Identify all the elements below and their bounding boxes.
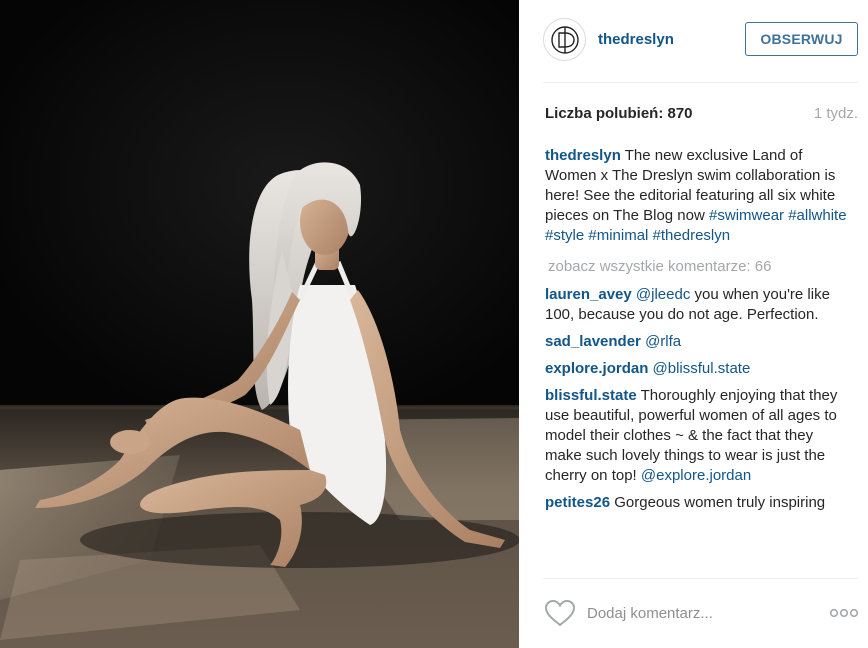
comment-item: petites26 Gorgeous women truly inspiring xyxy=(545,493,850,513)
comment-mention[interactable]: @explore.jordan xyxy=(641,467,751,484)
likes-count[interactable]: Liczba polubień: 870 xyxy=(545,105,693,122)
comment-item: explore.jordan @blissful.state xyxy=(545,359,850,379)
comment-username[interactable]: sad_lavender xyxy=(545,333,641,350)
comment-mention[interactable]: @jleedc xyxy=(636,286,690,303)
stats-row: Liczba polubień: 870 1 tydz. xyxy=(545,105,858,125)
comment-item: lauren_avey @jleedc you when you're like… xyxy=(545,285,850,325)
follow-button[interactable]: OBSERWUJ xyxy=(745,22,858,56)
comment-item: sad_lavender @rlfa xyxy=(545,332,850,352)
add-comment-input[interactable] xyxy=(587,602,817,624)
more-options-icon[interactable] xyxy=(829,605,859,621)
caption-username[interactable]: thedreslyn xyxy=(545,147,621,164)
photo-illustration xyxy=(0,0,519,648)
comment-username[interactable]: explore.jordan xyxy=(545,360,648,377)
post-time[interactable]: 1 tydz. xyxy=(814,105,858,122)
post-footer xyxy=(519,578,868,648)
hashtag[interactable]: #allwhite xyxy=(788,207,846,224)
hashtag[interactable]: #swimwear xyxy=(709,207,784,224)
avatar[interactable] xyxy=(543,18,586,61)
comment-username[interactable]: lauren_avey xyxy=(545,286,632,303)
comment-mention[interactable]: @rlfa xyxy=(645,333,681,350)
hashtag[interactable]: #minimal xyxy=(588,227,648,244)
comment-text: Gorgeous women truly inspiring xyxy=(614,494,826,511)
comments-list: thedreslyn The new exclusive Land of Wom… xyxy=(545,146,850,520)
post-side-panel: thedreslyn OBSERWUJ Liczba polubień: 870… xyxy=(519,0,868,648)
comment-username[interactable]: blissful.state xyxy=(545,387,637,404)
hashtag[interactable]: #thedreslyn xyxy=(653,227,731,244)
header-divider xyxy=(543,82,858,83)
header-username[interactable]: thedreslyn xyxy=(598,30,674,50)
dreslyn-logo-icon xyxy=(550,25,579,54)
post-header: thedreslyn OBSERWUJ xyxy=(519,0,868,82)
caption: thedreslyn The new exclusive Land of Wom… xyxy=(545,146,850,246)
comment-mention[interactable]: @blissful.state xyxy=(653,360,751,377)
comment-username[interactable]: petites26 xyxy=(545,494,610,511)
view-all-comments-link[interactable]: zobacz wszystkie komentarze: 66 xyxy=(548,257,850,277)
post-photo[interactable] xyxy=(0,0,519,648)
heart-outline-icon[interactable] xyxy=(544,599,576,627)
hashtag[interactable]: #style xyxy=(545,227,584,244)
comment-item: blissful.state Thoroughly enjoying that … xyxy=(545,386,850,486)
